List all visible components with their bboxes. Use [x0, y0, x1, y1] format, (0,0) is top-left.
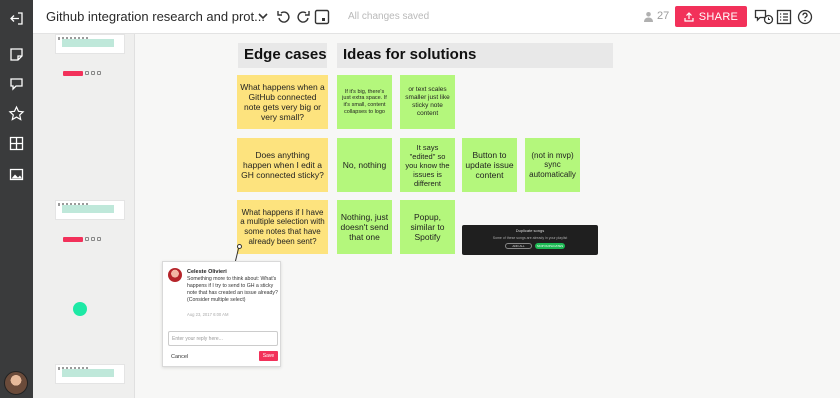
share-label: SHARE [698, 10, 739, 23]
sticky-note[interactable]: Popup, similar to Spotify [400, 200, 455, 254]
sticky-note[interactable]: (not in mvp) sync automatically [525, 138, 580, 192]
top-bar: Github integration research and prot... … [33, 0, 840, 34]
share-pill [63, 236, 83, 242]
sticky-note[interactable]: What happens if I have a multiple select… [237, 200, 328, 254]
chevron-down-icon[interactable] [257, 9, 269, 23]
chat-history-icon[interactable] [754, 9, 774, 25]
sticky-note[interactable]: What happens when a GitHub connected not… [237, 75, 328, 129]
column-header-solutions[interactable]: Ideas for solutions [337, 43, 613, 68]
presence-indicator[interactable] [73, 302, 87, 316]
outline-panel [33, 34, 135, 398]
copy-icon [91, 237, 95, 241]
frame-thumbnail[interactable] [55, 34, 125, 54]
thumbnail-actions[interactable] [63, 236, 101, 242]
grid-icon[interactable] [6, 133, 27, 154]
board-title[interactable]: Github integration research and prot... [46, 9, 265, 24]
save-button[interactable]: Save [259, 351, 278, 361]
copy-icon [91, 71, 95, 75]
popup-title: Duplicate songs [515, 228, 545, 233]
frame-thumbnail[interactable] [55, 200, 125, 220]
comment-author: Celeste Olivieri [187, 269, 227, 275]
add-all-button: ADD ALL [505, 243, 532, 249]
column-header-edge-cases[interactable]: Edge cases [238, 43, 327, 68]
comment-icon[interactable] [6, 73, 27, 94]
thumbnail-content [62, 369, 114, 377]
spotify-popup-image[interactable]: Duplicate songs Some of these songs are … [462, 225, 598, 255]
comment-body: Something more to think about: What's ha… [187, 276, 278, 304]
thumbnail-content [62, 39, 114, 47]
star-icon[interactable] [6, 103, 27, 124]
sticky-note[interactable]: If it's big, there's just extra space. I… [337, 75, 392, 129]
collaborators-count-label: 27 [657, 10, 670, 22]
frame-thumbnail[interactable] [55, 364, 125, 384]
skip-duplicates-button: SKIP DUPLICATES [535, 243, 565, 249]
share-button[interactable]: SHARE [675, 6, 747, 27]
thumbnail-content [62, 205, 114, 213]
sticky-note[interactable]: No, nothing [337, 138, 392, 192]
left-toolbar [0, 0, 33, 398]
popup-description: Some of these songs are already in your … [492, 236, 568, 240]
image-icon[interactable] [6, 164, 27, 185]
frame-icon[interactable] [314, 9, 330, 25]
image-icon [97, 237, 101, 241]
undo-icon[interactable] [276, 9, 292, 25]
comment-time: Aug 23, 2017 6:00 AM [187, 312, 229, 317]
sticky-note[interactable]: Nothing, just doesn't send that one [337, 200, 392, 254]
link-icon [85, 71, 89, 75]
share-upload-icon [684, 11, 694, 22]
sticky-note[interactable]: or text scales smaller just like sticky … [400, 75, 455, 129]
sticky-note-icon[interactable] [6, 44, 27, 65]
back-arrow-icon[interactable] [6, 8, 27, 29]
collaborators-count[interactable]: 27 [643, 10, 669, 22]
image-icon [97, 71, 101, 75]
cancel-button[interactable]: Cancel [171, 354, 188, 360]
sticky-note[interactable]: Does anything happen when I edit a GH co… [237, 138, 328, 192]
sticky-note[interactable]: It says "edited" so you know the issues … [400, 138, 455, 192]
list-icon[interactable] [776, 9, 792, 25]
comment-card[interactable]: Celeste Olivieri Something more to think… [162, 261, 281, 367]
link-icon [85, 237, 89, 241]
commenter-avatar [168, 268, 182, 282]
redo-icon[interactable] [295, 9, 311, 25]
reply-input[interactable]: Enter your reply here... [168, 331, 278, 346]
user-icon [644, 11, 653, 22]
share-pill [63, 70, 83, 76]
help-icon[interactable] [797, 9, 813, 25]
user-avatar[interactable] [4, 371, 28, 395]
sticky-note[interactable]: Button to update issue content [462, 138, 517, 192]
save-status: All changes saved [348, 11, 430, 22]
thumbnail-actions[interactable] [63, 70, 101, 76]
